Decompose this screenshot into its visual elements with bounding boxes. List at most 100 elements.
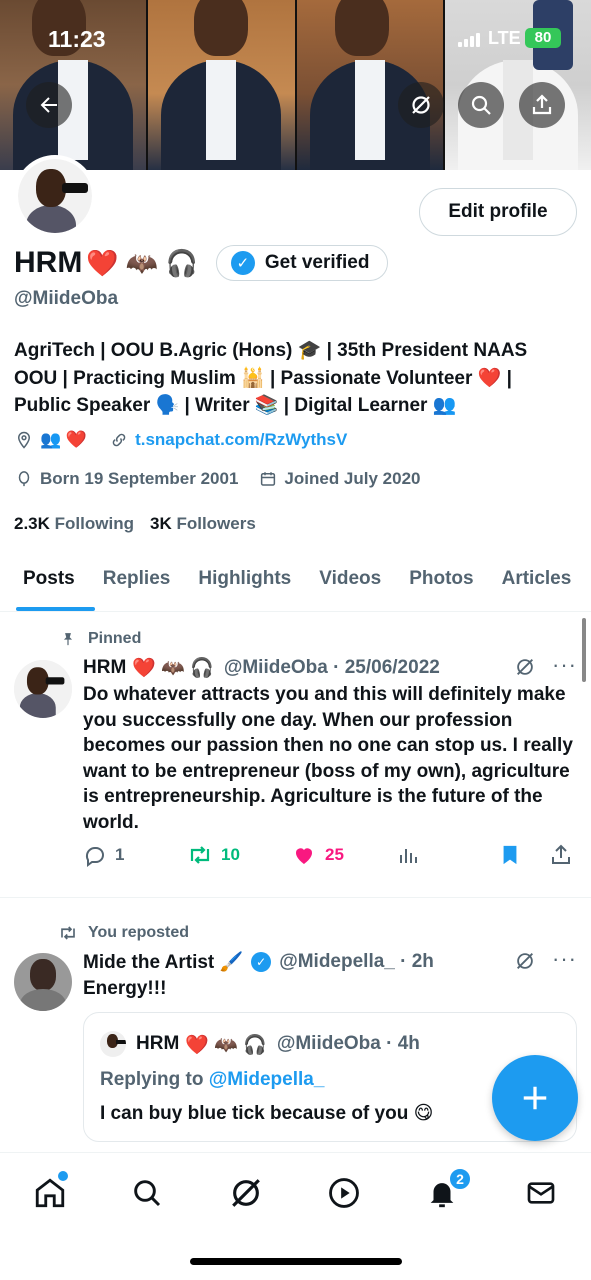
quote-avatar [100, 1031, 126, 1057]
profile-link[interactable]: t.snapchat.com/RzWythsV [135, 430, 347, 450]
follow-stats: 2.3K Following 3K Followers [14, 514, 256, 534]
profile-dates-row: Born 19 September 2001 Joined July 2020 [14, 469, 421, 489]
bio-line: Public Speaker 🗣️ | Writer 📚 | Digital L… [14, 395, 457, 416]
location-text: 👥 ❤️ [40, 430, 88, 449]
quote-handle-time: @MiideOba · 4h [276, 1033, 420, 1054]
pinned-label-row: Pinned [58, 629, 141, 649]
share-button[interactable] [519, 82, 565, 128]
quote-reply-handle[interactable]: @Midepella_ [209, 1069, 325, 1090]
like-button[interactable]: 25 [291, 843, 344, 867]
profile-name: HRM [14, 246, 83, 279]
pin-icon [58, 629, 78, 649]
grok-icon[interactable] [514, 950, 536, 978]
scrollbar[interactable] [582, 618, 586, 682]
repost-count: 10 [221, 845, 240, 864]
grok-icon[interactable] [514, 656, 536, 684]
quote-author-name: HRM [136, 1033, 180, 1054]
join-date: Joined July 2020 [284, 469, 421, 488]
post-author-name[interactable]: HRM [83, 657, 126, 679]
nav-notifications[interactable]: 2 [422, 1167, 472, 1213]
play-icon [329, 1178, 359, 1208]
nav-video[interactable] [324, 1173, 364, 1213]
mail-icon [527, 1182, 555, 1204]
tab-replies[interactable]: Replies [89, 560, 185, 611]
verified-badge-icon: ✓ [251, 952, 272, 972]
bio-line: AgriTech | OOU B.Agric (Hons) 🎓 | 35th P… [14, 340, 528, 361]
post-divider [0, 897, 591, 898]
pinned-label: Pinned [88, 630, 142, 647]
home-notification-dot [58, 1171, 68, 1181]
quote-replying-to: Replying to @Midepella_ [100, 1069, 325, 1090]
heart-icon [295, 848, 313, 864]
like-count: 25 [325, 845, 344, 864]
profile-tabs: Posts Replies Highlights Videos Photos A… [0, 560, 591, 612]
post-handle-date: @MiideOba · 25/06/2022 [223, 657, 440, 678]
back-button[interactable] [26, 82, 72, 128]
profile-name-emojis: ❤️ 🦇 🎧 [86, 247, 198, 278]
analytics-icon [400, 849, 417, 863]
quote-text: I can buy blue tick because of you 😋 [100, 1103, 434, 1124]
get-verified-button[interactable]: ✓ Get verified [215, 245, 389, 281]
post-header: HRM ❤️ 🦇 🎧 @MiideOba · 25/06/2022 [83, 656, 440, 680]
home-icon [35, 1178, 65, 1208]
birth-date: Born 19 September 2001 [40, 469, 239, 488]
grok-icon [232, 1179, 260, 1207]
grok-icon [412, 96, 430, 114]
following-link[interactable]: 2.3K Following [14, 514, 134, 534]
status-time: 11:23 [48, 26, 106, 52]
search-icon [471, 95, 491, 115]
home-indicator[interactable] [190, 1258, 402, 1265]
post-avatar[interactable] [14, 953, 72, 1011]
repost-icon [190, 846, 210, 864]
link-icon [109, 430, 129, 450]
tab-posts[interactable]: Posts [0, 560, 95, 611]
quote-author-emojis: ❤️ 🦇 🎧 [185, 1035, 267, 1056]
edit-profile-button[interactable]: Edit profile [419, 188, 577, 236]
post-author-emojis: ❤️ 🦇 🎧 [132, 658, 214, 679]
followers-link[interactable]: 3K Followers [150, 514, 256, 534]
nav-messages[interactable] [521, 1173, 561, 1213]
post-header: Mide the Artist 🖌️ ✓ @Midepella_ · 2h [83, 950, 434, 974]
post-handle-time: @Midepella_ · 2h [279, 951, 434, 972]
share-icon [532, 94, 552, 115]
balloon-icon [14, 469, 34, 489]
share-icon [552, 844, 570, 864]
post-text: Energy!!! [83, 978, 167, 999]
post-actions: 1 10 25 [83, 843, 573, 873]
share-post-button[interactable] [549, 843, 573, 867]
post-avatar[interactable] [14, 660, 72, 718]
calendar-icon [258, 469, 278, 489]
nav-search[interactable] [127, 1173, 167, 1213]
plus-icon [523, 1086, 547, 1110]
grok-button[interactable] [398, 82, 444, 128]
battery-icon: 80 [525, 28, 561, 48]
nav-grok[interactable] [226, 1173, 266, 1213]
tab-articles[interactable]: Articles [488, 560, 586, 611]
post-author-name[interactable]: Mide the Artist 🖌️ [83, 950, 243, 974]
bio-line: OOU | Practicing Muslim 🕌 | Passionate V… [14, 367, 512, 389]
views-button[interactable] [397, 843, 421, 867]
more-options-icon[interactable]: ··· [552, 652, 577, 678]
reply-button[interactable]: 1 [83, 843, 124, 867]
status-bar: 11:23 LTE 80 [0, 22, 591, 54]
profile-handle: @MiideOba [14, 288, 119, 309]
search-icon [134, 1180, 161, 1207]
nav-home[interactable] [30, 1171, 70, 1213]
bookmark-icon [503, 845, 517, 865]
profile-meta-row: 👥 ❤️ t.snapchat.com/RzWythsV [14, 430, 347, 450]
signal-icon [458, 31, 480, 47]
bookmark-button[interactable] [499, 843, 521, 867]
profile-avatar[interactable] [14, 155, 96, 237]
more-options-icon[interactable]: ··· [552, 946, 577, 972]
repost-icon [58, 923, 78, 943]
tab-photos[interactable]: Photos [395, 560, 487, 611]
compose-button[interactable] [492, 1055, 578, 1141]
verified-badge-icon: ✓ [230, 251, 255, 275]
post-text: Do whatever attracts you and this will d… [83, 684, 573, 833]
search-button[interactable] [458, 82, 504, 128]
repost-button[interactable]: 10 [187, 843, 240, 867]
tab-videos[interactable]: Videos [305, 560, 395, 611]
quote-header: HRM ❤️ 🦇 🎧 @MiideOba · 4h [136, 1033, 420, 1057]
profile-bio: AgriTech | OOU B.Agric (Hons) 🎓 | 35th P… [14, 337, 574, 420]
tab-highlights[interactable]: Highlights [184, 560, 305, 611]
